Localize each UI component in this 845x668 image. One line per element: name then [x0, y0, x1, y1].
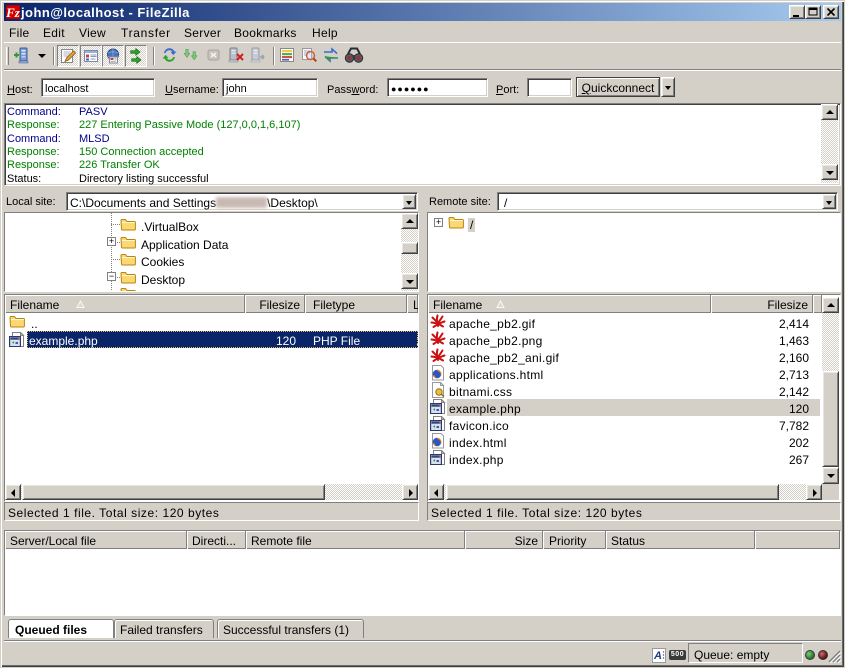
svg-text:Fz: Fz	[6, 5, 20, 19]
svg-text:A: A	[653, 650, 662, 662]
